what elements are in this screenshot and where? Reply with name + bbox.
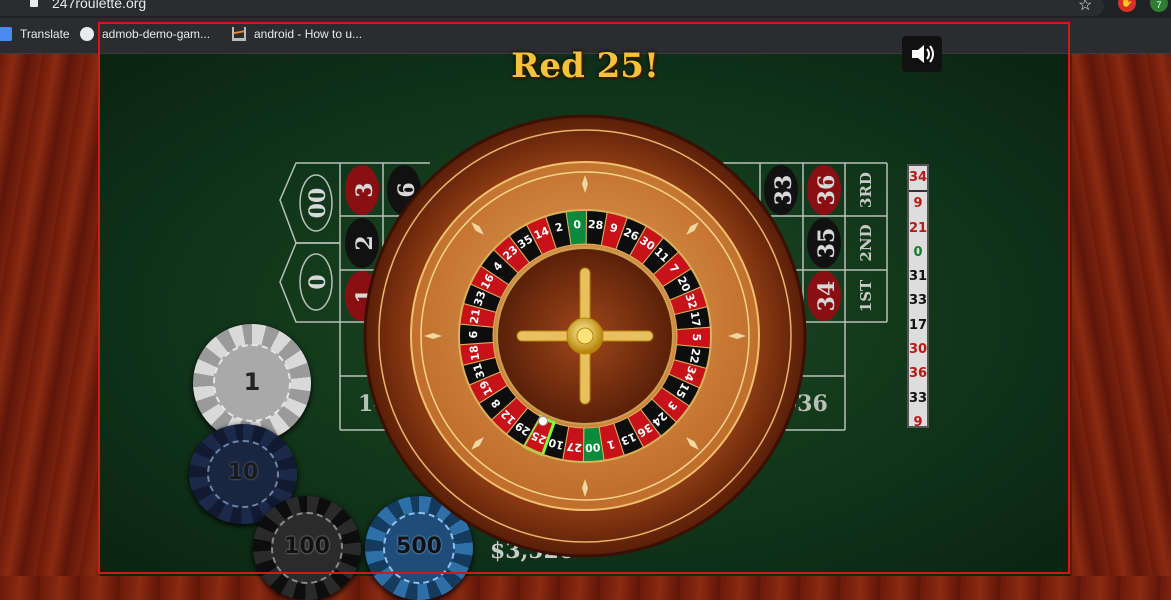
table-number: 36 xyxy=(814,175,840,206)
dozen-label-left[interactable]: 1- xyxy=(358,391,382,417)
history-entry: 9 xyxy=(913,196,923,212)
history-entry: 9 xyxy=(913,414,923,430)
chip-500[interactable]: 500 xyxy=(365,496,473,600)
history-entry: 31 xyxy=(909,269,928,285)
chip-100[interactable]: 100 xyxy=(253,496,361,600)
history-entry: 36 xyxy=(909,366,928,382)
history-entry: 33 xyxy=(909,293,928,309)
spin-history: 34 9 21 0 31 33 17 30 36 33 9 xyxy=(907,164,929,430)
history-entry: 34 xyxy=(909,166,927,193)
balance-display: $3,520 xyxy=(490,538,575,564)
chip-value: 1 xyxy=(243,368,261,396)
table-number: 33 xyxy=(771,175,797,206)
chip-value: 500 xyxy=(396,534,442,559)
betting-table: 00 0 3 6 2 1 33 36 35 34 3RD 2ND 1ST 1- … xyxy=(279,162,888,431)
chip-value: 100 xyxy=(284,534,330,559)
chip-value: 10 xyxy=(227,460,259,485)
zero-label: 00 xyxy=(305,188,331,219)
history-entry: 0 xyxy=(913,244,923,260)
zero-label: 0 xyxy=(305,274,331,289)
table-number: 35 xyxy=(814,228,840,259)
history-entry: 17 xyxy=(909,317,928,333)
table-number: 34 xyxy=(814,281,840,312)
history-entry: 30 xyxy=(909,342,928,358)
history-entry: 33 xyxy=(909,390,928,406)
table-number: 1 xyxy=(352,288,378,303)
column-bet-label[interactable]: 2ND xyxy=(857,224,875,261)
table-number: 6 xyxy=(394,182,420,197)
column-bet-label[interactable]: 1ST xyxy=(857,279,875,312)
dozen-label-right[interactable]: -36 xyxy=(788,391,828,417)
history-entry: 21 xyxy=(909,220,928,236)
table-number: 2 xyxy=(352,235,378,250)
table-number: 3 xyxy=(352,182,378,197)
result-banner: Red 25! xyxy=(511,46,659,86)
sound-toggle-button[interactable] xyxy=(902,36,942,72)
column-bet-label[interactable]: 3RD xyxy=(857,172,875,208)
speaker-icon xyxy=(912,45,934,63)
